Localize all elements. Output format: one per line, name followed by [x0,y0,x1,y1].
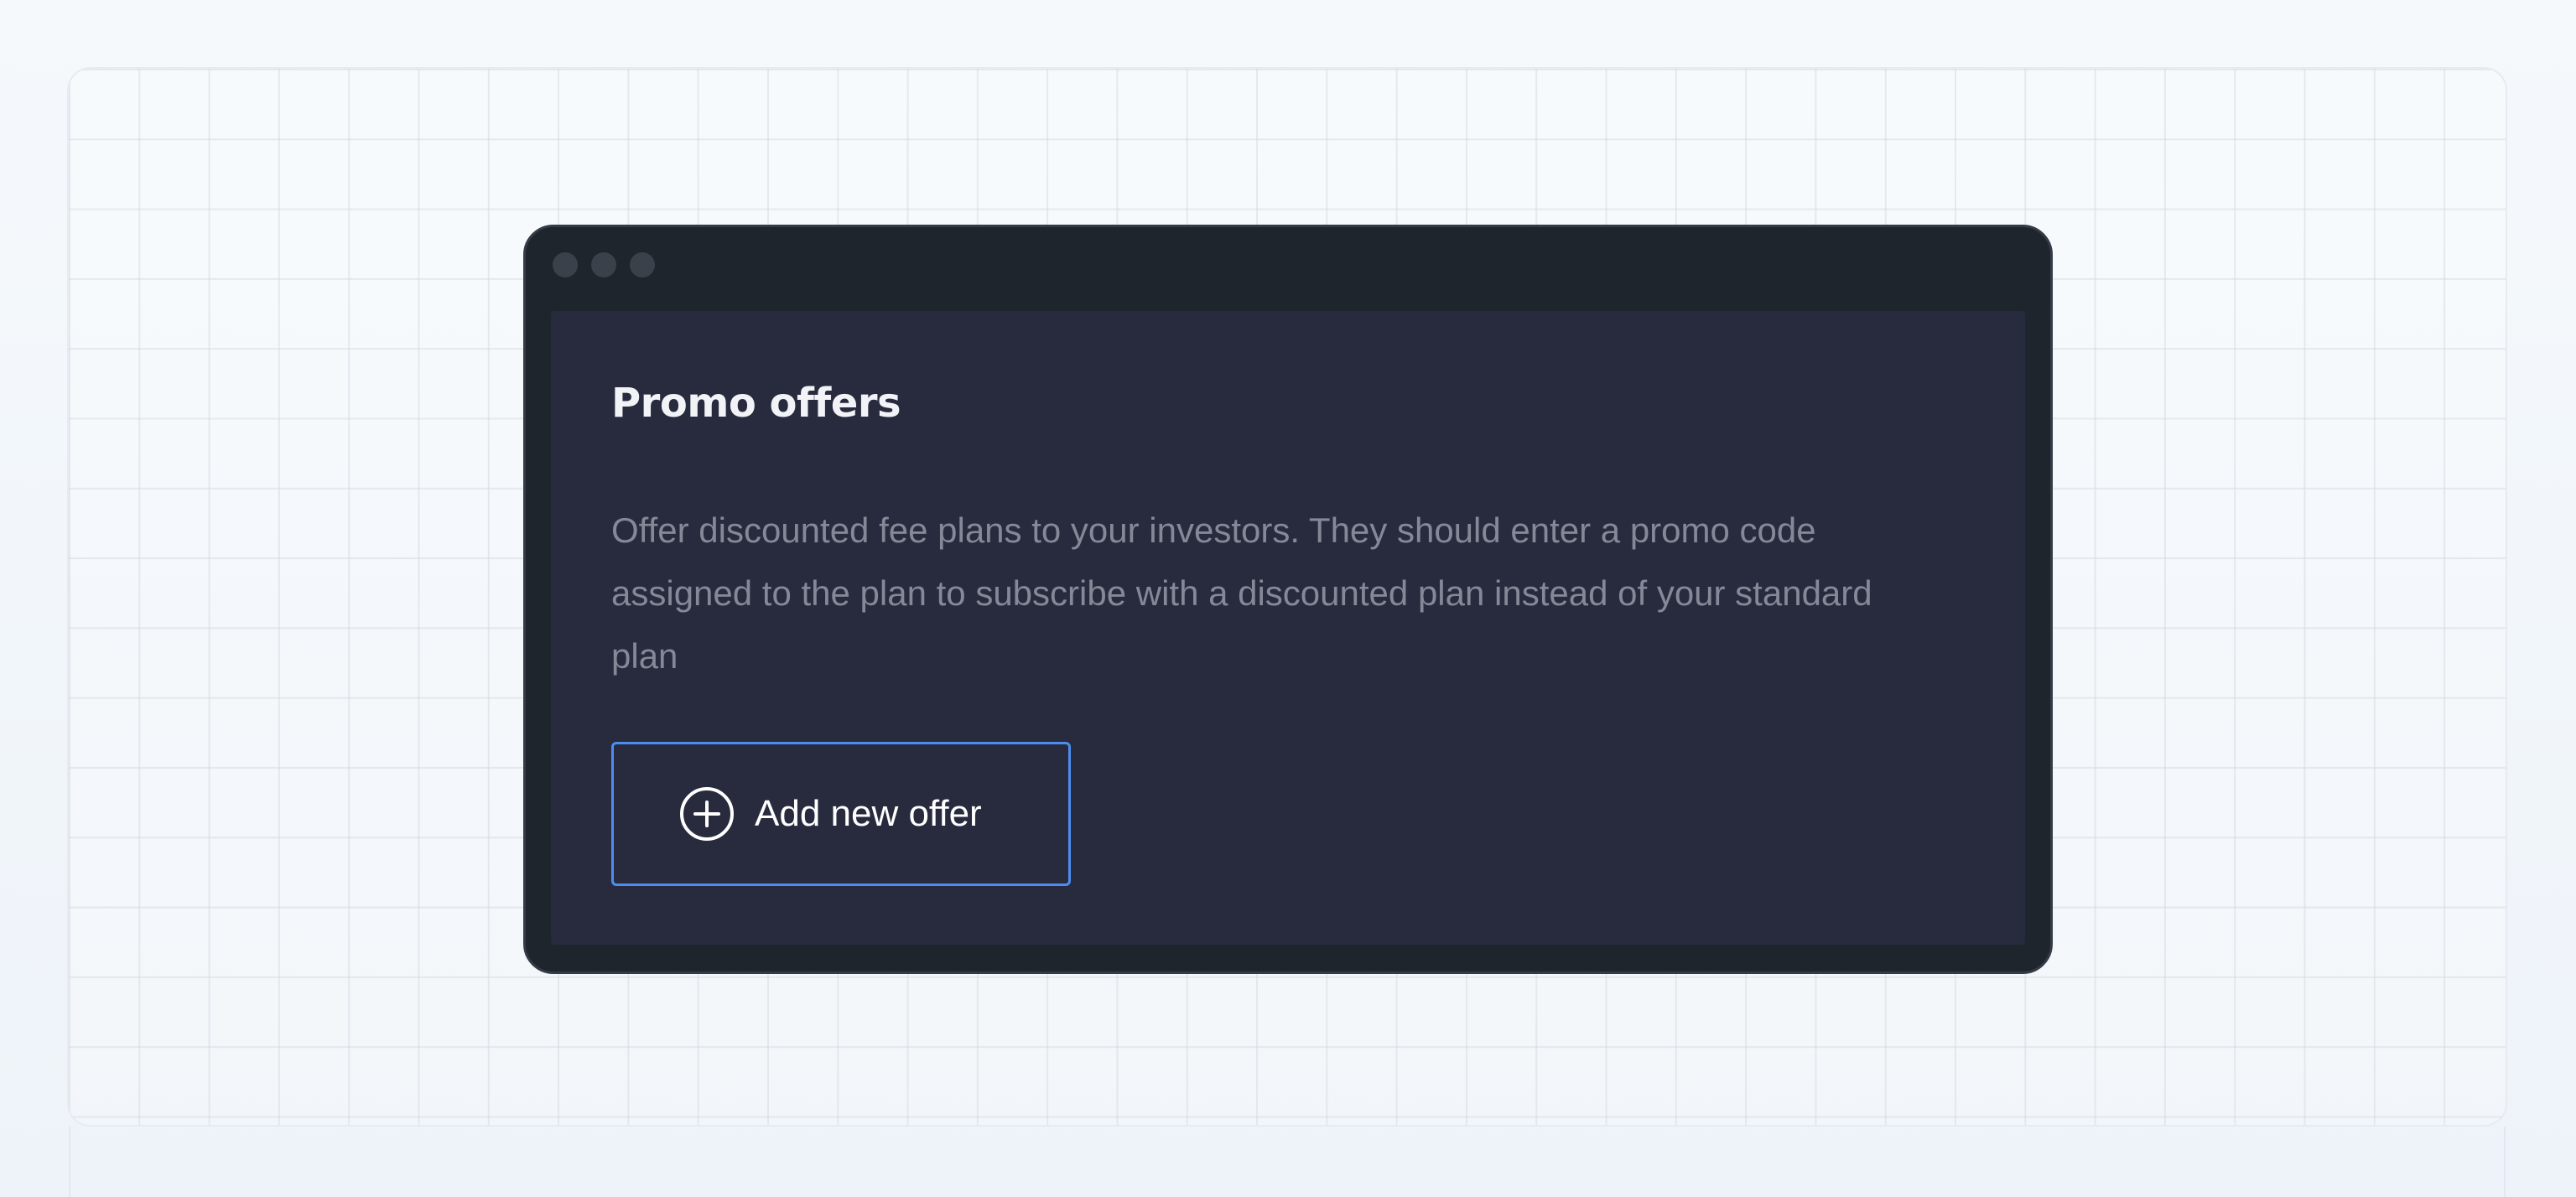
window-dot-maximize[interactable] [630,252,655,277]
add-new-offer-label: Add new offer [755,793,982,834]
canvas-rail-left [69,1127,70,1197]
card-title: Promo offers [611,380,901,427]
canvas-rail-right [2504,1127,2506,1197]
app-window: Promo offers Offer discounted fee plans … [523,225,2053,974]
window-dot-close[interactable] [553,252,578,277]
window-dot-minimize[interactable] [591,252,616,277]
promo-offers-card: Promo offers Offer discounted fee plans … [551,311,2025,945]
plus-circle-icon [678,785,736,843]
card-description: Offer discounted fee plans to your inves… [611,510,1872,676]
add-new-offer-button[interactable]: Add new offer [611,742,1071,886]
window-controls [553,252,655,279]
